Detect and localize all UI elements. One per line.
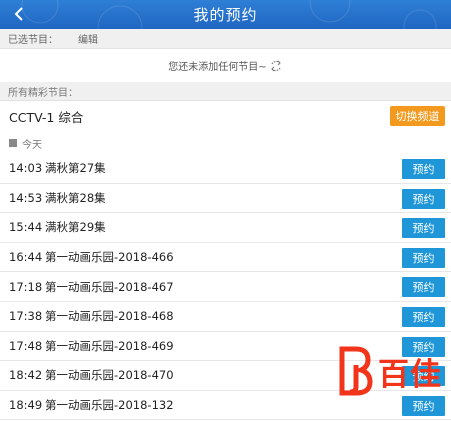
program-name: 满秋第28集 bbox=[45, 190, 106, 205]
list-item: 17:38 第一动画乐园-2018-468 预约 bbox=[0, 302, 451, 332]
program-time: 15:44 bbox=[9, 220, 43, 235]
refresh-icon[interactable] bbox=[269, 59, 283, 73]
reserve-button[interactable]: 预约 bbox=[402, 306, 445, 327]
program-name: 第一动画乐园-2018-468 bbox=[45, 309, 174, 324]
program-time: 18:49 bbox=[9, 398, 43, 413]
page-title: 我的预约 bbox=[193, 6, 258, 24]
list-item: 18:49 第一动画乐园-2018-132 预约 bbox=[0, 391, 451, 421]
reserve-button[interactable]: 预约 bbox=[402, 366, 445, 387]
app-header: 我的预约 bbox=[0, 0, 451, 29]
program-time: 14:53 bbox=[9, 190, 43, 205]
edit-button[interactable]: 编辑 bbox=[78, 31, 98, 46]
list-item: 14:53 满秋第28集 预约 bbox=[0, 184, 451, 214]
all-programs-label: 所有精彩节目： bbox=[8, 87, 78, 99]
program-time: 18:42 bbox=[9, 368, 43, 383]
empty-message: 您还未添加任何节目~ bbox=[168, 62, 267, 73]
chevron-left-icon bbox=[14, 7, 23, 21]
switch-channel-button[interactable]: 切换频道 bbox=[390, 106, 445, 126]
reserve-button[interactable]: 预约 bbox=[402, 247, 445, 268]
program-name: 满秋第29集 bbox=[45, 220, 106, 235]
reserve-button[interactable]: 预约 bbox=[402, 277, 445, 298]
program-time: 17:18 bbox=[9, 279, 43, 294]
program-name: 第一动画乐园-2018-469 bbox=[45, 338, 174, 353]
program-name: 第一动画乐园-2018-132 bbox=[45, 398, 174, 413]
reserve-button[interactable]: 预约 bbox=[402, 188, 445, 209]
reserve-button[interactable]: 预约 bbox=[402, 159, 445, 179]
reserve-button[interactable]: 预约 bbox=[402, 336, 445, 357]
list-item: 17:48 第一动画乐园-2018-469 预约 bbox=[0, 332, 451, 362]
day-header: 今天 bbox=[0, 133, 451, 153]
program-time: 14:03 bbox=[9, 161, 43, 176]
back-button[interactable] bbox=[8, 3, 30, 25]
list-item: 16:44 第一动画乐园-2018-466 预约 bbox=[0, 243, 451, 273]
list-item: 17:18 第一动画乐园-2018-467 预约 bbox=[0, 272, 451, 302]
reserve-button[interactable]: 预约 bbox=[402, 218, 445, 239]
day-marker-icon bbox=[9, 139, 17, 147]
list-item: 18:42 第一动画乐园-2018-470 预约 bbox=[0, 361, 451, 391]
program-name: 第一动画乐园-2018-470 bbox=[45, 368, 174, 383]
selected-programs-bar: 已选节目： 编辑 bbox=[0, 29, 451, 49]
reserve-button[interactable]: 预约 bbox=[402, 395, 445, 416]
program-name: 第一动画乐园-2018-466 bbox=[45, 250, 174, 265]
empty-state: 您还未添加任何节目~ bbox=[0, 49, 451, 82]
selected-label: 已选节目： bbox=[8, 35, 58, 46]
all-programs-bar: 所有精彩节目： bbox=[0, 82, 451, 101]
channel-name: CCTV-1 综合 bbox=[9, 109, 84, 125]
program-time: 16:44 bbox=[9, 250, 43, 265]
program-time: 17:48 bbox=[9, 338, 43, 353]
program-name: 第一动画乐园-2018-467 bbox=[45, 279, 174, 294]
program-name: 满秋第27集 bbox=[45, 161, 106, 176]
list-item: 15:44 满秋第29集 预约 bbox=[0, 213, 451, 243]
day-label: 今天 bbox=[22, 139, 42, 151]
list-item: 14:03 满秋第27集 预约 bbox=[0, 154, 451, 184]
channel-row: CCTV-1 综合 切换频道 bbox=[0, 101, 451, 131]
program-time: 17:38 bbox=[9, 309, 43, 324]
program-list: 14:03 满秋第27集 预约 14:53 满秋第28集 预约 15:44 满秋… bbox=[0, 154, 451, 421]
